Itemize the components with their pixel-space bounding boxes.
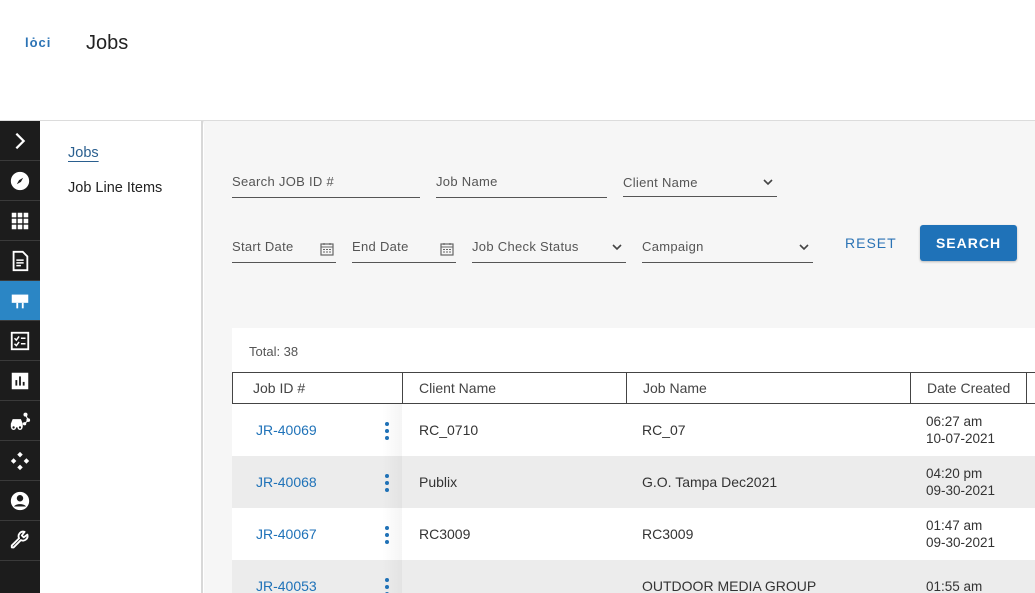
client-name-cell: RC_0710 [419, 422, 479, 438]
date-created-cell: 06:27 am 10-07-2021 [926, 404, 995, 456]
grid-icon [11, 212, 29, 229]
vehicle-route-icon [10, 412, 31, 430]
date-created-cell: 04:20 pm 09-30-2021 [926, 456, 995, 508]
rail-item-reports[interactable] [0, 361, 40, 401]
app-logo[interactable]: lȯci [25, 35, 51, 50]
chevron-right-icon [15, 132, 26, 149]
job-id-link[interactable]: JR-40053 [256, 560, 317, 593]
jobs-table: Total: 38 Job ID # Client Name Job Name … [232, 328, 1035, 593]
wrench-icon [10, 530, 29, 548]
end-date-placeholder: End Date [352, 239, 409, 254]
job-id-link[interactable]: JR-40067 [256, 508, 317, 560]
client-name-cell: Publix [419, 474, 458, 490]
rail-item-explore[interactable] [0, 161, 40, 201]
top-bar: lȯci Jobs [0, 0, 1035, 121]
page-title: Jobs [86, 32, 129, 54]
table-header: Job ID # Client Name Job Name Date Creat… [232, 372, 1035, 404]
created-date: 09-30-2021 [926, 483, 996, 498]
rail-item-routes[interactable] [0, 401, 40, 441]
client-name-placeholder: Client Name [623, 175, 698, 190]
chevron-down-icon [612, 244, 622, 251]
document-icon [12, 250, 29, 271]
date-created-cell: 01:55 am [926, 560, 982, 593]
sub-navigation: Jobs Job Line Items [40, 121, 203, 593]
job-name-cell: RC_07 [642, 422, 686, 438]
campaign-select[interactable]: Campaign [642, 231, 813, 263]
job-id-link[interactable]: JR-40068 [256, 456, 317, 508]
rail-item-grid[interactable] [0, 201, 40, 241]
checklist-icon [10, 331, 30, 350]
search-job-id-input[interactable]: Search JOB ID # [232, 166, 420, 198]
created-date: 09-30-2021 [926, 535, 996, 550]
billboard-icon [11, 294, 29, 308]
reset-button[interactable]: RESET [845, 235, 897, 251]
rail-item-settings[interactable] [0, 521, 40, 561]
job-name-input[interactable]: Job Name [436, 166, 607, 198]
job-name-cell: OUTDOOR MEDIA GROUP [642, 578, 817, 593]
expand-rail-button[interactable] [0, 121, 40, 161]
job-name-placeholder: Job Name [436, 174, 498, 189]
total-count: Total: 38 [249, 344, 299, 359]
rail-item-checklist[interactable] [0, 321, 40, 361]
subnav-item-job-line-items[interactable]: Job Line Items [68, 180, 162, 196]
search-job-id-placeholder: Search JOB ID # [232, 174, 335, 189]
main-content: Search JOB ID # Job Name Client Name Sta… [204, 121, 1035, 593]
column-header-next [1026, 373, 1035, 403]
table-row[interactable]: JR-40053 OUTDOOR MEDIA GROUP 01:55 am [232, 560, 1035, 593]
job-check-status-placeholder: Job Check Status [472, 239, 579, 254]
diamond-network-icon [10, 451, 30, 470]
rail-item-documents[interactable] [0, 241, 40, 281]
created-time: 04:20 pm [926, 466, 983, 481]
job-check-status-select[interactable]: Job Check Status [472, 231, 626, 263]
user-circle-icon [10, 491, 30, 510]
sticky-column-shadow [382, 404, 402, 593]
rail-item-jobs[interactable] [0, 281, 40, 321]
calendar-icon[interactable] [440, 242, 454, 256]
table-row[interactable]: JR-40069 RC_0710 RC_07 06:27 am 10-07-20… [232, 404, 1035, 456]
rail-item-profile[interactable] [0, 481, 40, 521]
start-date-input[interactable]: Start Date [232, 231, 336, 263]
date-created-cell: 01:47 am 09-30-2021 [926, 508, 995, 560]
end-date-input[interactable]: End Date [352, 231, 456, 263]
column-header-job-id[interactable]: Job ID # [232, 373, 402, 403]
chevron-down-icon [799, 244, 809, 251]
created-time: 01:47 am [926, 518, 983, 533]
job-id-link[interactable]: JR-40069 [256, 404, 317, 456]
search-button[interactable]: SEARCH [920, 225, 1017, 261]
subnav-item-jobs[interactable]: Jobs [68, 145, 99, 161]
column-header-date-created[interactable]: Date Created [910, 373, 1026, 403]
created-date: 10-07-2021 [926, 431, 996, 446]
calendar-icon[interactable] [320, 242, 334, 256]
rail-item-network[interactable] [0, 441, 40, 481]
client-name-select[interactable]: Client Name [623, 165, 777, 197]
table-row[interactable]: JR-40068 Publix G.O. Tampa Dec2021 04:20… [232, 456, 1035, 508]
client-name-cell: RC3009 [419, 526, 471, 542]
start-date-placeholder: Start Date [232, 239, 294, 254]
column-header-client-name[interactable]: Client Name [402, 373, 626, 403]
campaign-placeholder: Campaign [642, 239, 704, 254]
job-name-cell: G.O. Tampa Dec2021 [642, 474, 778, 490]
created-time: 06:27 am [926, 414, 983, 429]
column-header-job-name[interactable]: Job Name [626, 373, 910, 403]
job-name-cell: RC3009 [642, 526, 694, 542]
bar-chart-icon [11, 372, 29, 389]
chevron-down-icon [763, 179, 773, 186]
table-row[interactable]: JR-40067 RC3009 RC3009 01:47 am 09-30-20… [232, 508, 1035, 560]
created-time: 01:55 am [926, 578, 983, 593]
compass-icon [10, 171, 30, 190]
icon-rail [0, 121, 40, 593]
